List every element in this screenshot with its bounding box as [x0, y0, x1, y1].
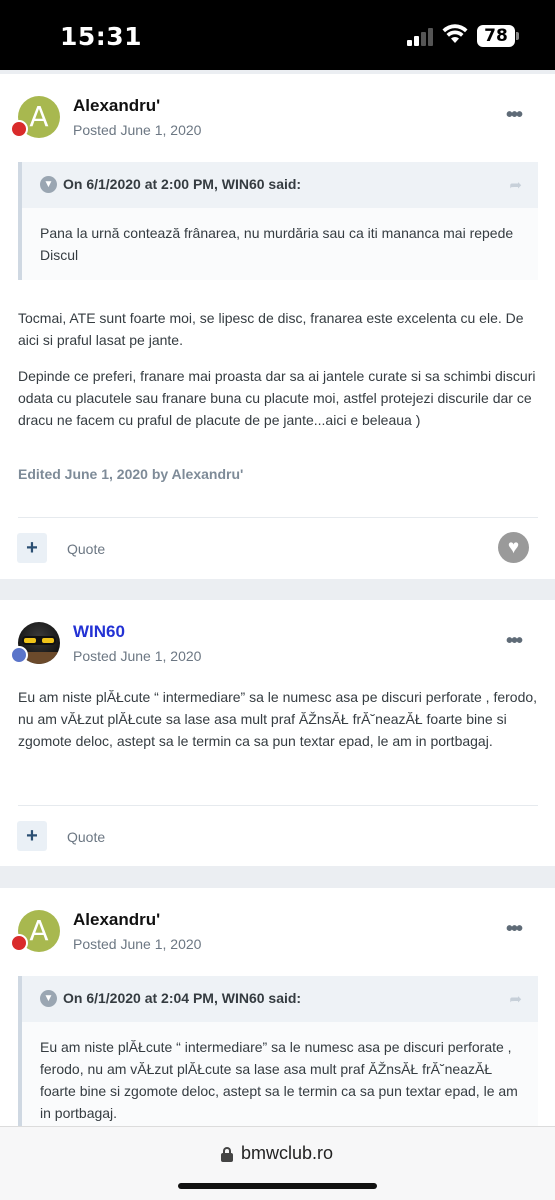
edited-note: Edited June 1, 2020 by Alexandru' [18, 466, 243, 482]
forum-post: A Alexandru' Posted June 1, 2020 ••• ▼ O… [0, 888, 555, 1128]
home-indicator[interactable] [178, 1183, 377, 1189]
chevron-down-icon[interactable]: ▼ [40, 990, 57, 1007]
rank-badge-icon [10, 934, 28, 952]
multiquote-button[interactable]: + [17, 533, 47, 563]
url-text[interactable]: bmwclub.ro [241, 1143, 333, 1164]
like-heart-icon[interactable]: ♥ [498, 532, 529, 563]
quote-button[interactable]: Quote [67, 829, 105, 845]
quote-citation: On 6/1/2020 at 2:04 PM, WIN60 said: [63, 990, 301, 1006]
username[interactable]: Alexandru' [73, 96, 160, 116]
status-bar: 15:31 78 [0, 0, 555, 70]
share-arrow-icon[interactable]: ➦ [509, 990, 522, 1008]
quote-block: ▼ On 6/1/2020 at 2:00 PM, WIN60 said: ➦ … [18, 162, 538, 280]
username[interactable]: Alexandru' [73, 910, 160, 930]
quote-text: Pana la urnă contează frânarea, nu murdă… [22, 208, 538, 280]
share-arrow-icon[interactable]: ➦ [509, 176, 522, 194]
rank-badge-icon [10, 646, 28, 664]
divider [18, 805, 538, 806]
rank-badge-icon [10, 120, 28, 138]
divider [18, 517, 538, 518]
quote-text: Eu am niste plĂŁcute “ intermediare” sa … [22, 1022, 538, 1138]
quote-header: ▼ On 6/1/2020 at 2:00 PM, WIN60 said: ➦ [22, 162, 538, 208]
post-date[interactable]: Posted June 1, 2020 [73, 648, 201, 664]
quote-header: ▼ On 6/1/2020 at 2:04 PM, WIN60 said: ➦ [22, 976, 538, 1022]
browser-address-bar[interactable]: bmwclub.ro [0, 1126, 555, 1200]
more-options-icon[interactable]: ••• [506, 918, 521, 941]
battery-icon: 78 [477, 25, 515, 47]
username[interactable]: WIN60 [73, 622, 125, 642]
quote-button[interactable]: Quote [67, 541, 105, 557]
signal-icon [407, 28, 435, 46]
multiquote-button[interactable]: + [17, 821, 47, 851]
quote-citation: On 6/1/2020 at 2:00 PM, WIN60 said: [63, 176, 301, 192]
post-paragraph: Depinde ce preferi, franare mai proasta … [18, 365, 538, 431]
forum-post: A Alexandru' Posted June 1, 2020 ••• ▼ O… [0, 74, 555, 579]
lock-icon [221, 1147, 233, 1161]
post-date[interactable]: Posted June 1, 2020 [73, 122, 201, 138]
post-paragraph: Eu am niste plĂŁcute “ intermediare” sa … [18, 686, 538, 752]
clock: 15:31 [60, 22, 142, 51]
forum-post: WIN60 Posted June 1, 2020 ••• Eu am nist… [0, 600, 555, 866]
chevron-down-icon[interactable]: ▼ [40, 176, 57, 193]
more-options-icon[interactable]: ••• [506, 104, 521, 127]
post-paragraph: Tocmai, ATE sunt foarte moi, se lipesc d… [18, 307, 538, 351]
wifi-icon [442, 24, 468, 44]
quote-block: ▼ On 6/1/2020 at 2:04 PM, WIN60 said: ➦ … [18, 976, 538, 1138]
more-options-icon[interactable]: ••• [506, 630, 521, 653]
post-date[interactable]: Posted June 1, 2020 [73, 936, 201, 952]
